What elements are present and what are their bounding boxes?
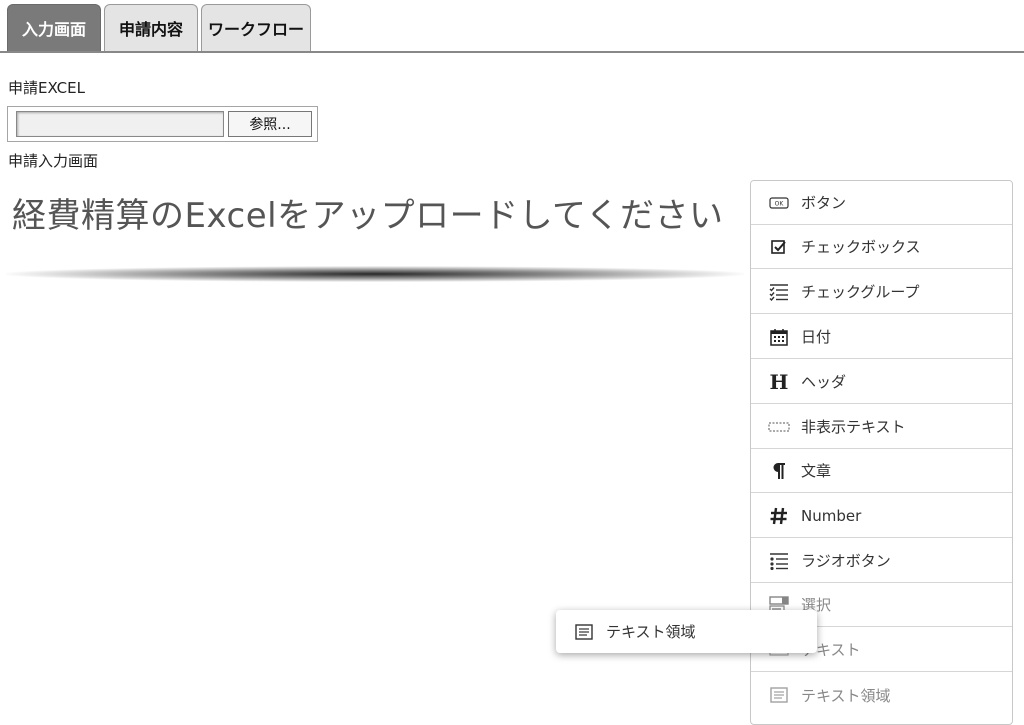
upload-label: 申請EXCEL	[8, 79, 85, 97]
palette-item-date[interactable]: 日付	[751, 315, 1012, 359]
checkbox-icon	[767, 235, 791, 259]
checklist-icon	[767, 280, 791, 304]
palette-item-label: Number	[801, 506, 862, 525]
file-path-input[interactable]	[16, 111, 224, 137]
palette-item-number[interactable]: Number	[751, 494, 1012, 538]
tab-bar: 入力画面 申請内容 ワークフロー	[0, 0, 1024, 54]
dragging-field-label: テキスト領域	[606, 623, 696, 641]
svg-text:OK: OK	[775, 200, 785, 207]
palette-item-label: テキスト領域	[801, 686, 891, 705]
hidden-text-icon	[767, 415, 791, 439]
dragging-field-helper[interactable]: テキスト領域	[556, 610, 817, 653]
horizontal-divider	[6, 266, 744, 282]
palette-item-label: 文章	[801, 462, 832, 480]
palette-item-textarea[interactable]: テキスト領域	[751, 673, 1012, 717]
tab-application-content[interactable]: 申請内容	[104, 4, 198, 51]
palette-item-label: ラジオボタン	[801, 552, 891, 570]
palette-item-label: ボタン	[801, 194, 847, 212]
palette-item-checkbox[interactable]: チェックボックス	[751, 225, 1012, 269]
header-icon: H	[767, 370, 791, 394]
browse-button[interactable]: 参照...	[228, 111, 312, 137]
palette-item-label: 非表示テキスト	[801, 418, 906, 436]
file-upload: 参照...	[7, 106, 318, 142]
tab-input-screen[interactable]: 入力画面	[7, 4, 101, 51]
svg-text:H: H	[770, 373, 789, 391]
form-section-label: 申請入力画面	[8, 152, 99, 170]
palette-item-header[interactable]: H ヘッダ	[751, 360, 1012, 404]
palette-item-label: チェックボックス	[801, 238, 921, 256]
paragraph-icon	[767, 459, 791, 483]
palette-item-label: ヘッダ	[801, 373, 847, 391]
calendar-icon	[767, 325, 791, 349]
palette-item-hidden-text[interactable]: 非表示テキスト	[751, 405, 1012, 449]
palette-item-label: チェックグループ	[801, 283, 920, 301]
textarea-icon	[767, 683, 791, 707]
button-icon: OK	[767, 191, 791, 215]
textarea-icon	[572, 620, 596, 644]
radio-list-icon	[767, 549, 791, 573]
tab-divider	[0, 51, 1024, 53]
palette-item-label: 日付	[801, 328, 832, 346]
palette-item-button[interactable]: OK ボタン	[751, 181, 1012, 225]
form-title[interactable]: 経費精算のExcelをアップロードしてください	[12, 188, 724, 237]
palette-item-radio[interactable]: ラジオボタン	[751, 539, 1012, 583]
hash-icon	[767, 504, 791, 528]
palette-item-checkgroup[interactable]: チェックグループ	[751, 270, 1012, 314]
palette-item-paragraph[interactable]: 文章	[751, 449, 1012, 493]
tab-workflow[interactable]: ワークフロー	[201, 4, 311, 51]
